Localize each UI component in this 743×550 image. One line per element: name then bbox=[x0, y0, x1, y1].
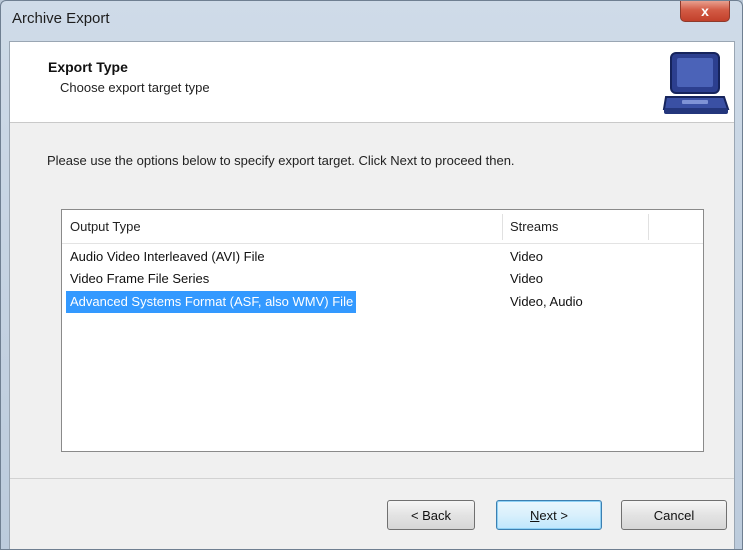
next-button[interactable]: Next > bbox=[496, 500, 602, 530]
column-header-streams[interactable]: Streams bbox=[510, 210, 558, 243]
wizard-header: Export Type Choose export target type bbox=[10, 42, 734, 123]
column-separator[interactable] bbox=[502, 214, 503, 240]
output-type-cell: Video Frame File Series bbox=[70, 271, 210, 286]
cancel-button[interactable]: Cancel bbox=[621, 500, 727, 530]
window-title: Archive Export bbox=[12, 10, 110, 27]
list-item-selected[interactable]: Advanced Systems Format (ASF, also WMV) … bbox=[62, 291, 703, 313]
streams-cell: Video, Audio bbox=[510, 294, 583, 309]
footer-divider bbox=[10, 478, 734, 479]
page-subtitle: Choose export target type bbox=[60, 80, 210, 95]
output-type-list[interactable]: Output Type Streams Audio Video Interlea… bbox=[61, 209, 704, 452]
title-bar[interactable]: Archive Export x bbox=[1, 1, 742, 41]
column-separator[interactable] bbox=[648, 214, 649, 240]
back-button[interactable]: < Back bbox=[387, 500, 475, 530]
list-header: Output Type Streams bbox=[62, 210, 703, 244]
streams-cell: Video bbox=[510, 249, 544, 264]
list-item[interactable]: Audio Video Interleaved (AVI) File Video bbox=[62, 246, 703, 268]
output-type-cell: Advanced Systems Format (ASF, also WMV) … bbox=[66, 291, 357, 313]
page-title: Export Type bbox=[48, 59, 128, 75]
close-button[interactable]: x bbox=[680, 1, 730, 22]
dialog-client-area: Export Type Choose export target type Pl… bbox=[9, 41, 735, 549]
close-icon: x bbox=[701, 3, 709, 19]
output-type-cell: Audio Video Interleaved (AVI) File bbox=[70, 249, 265, 264]
archive-export-dialog: Archive Export x Export Type Choose expo… bbox=[0, 0, 743, 550]
instruction-text: Please use the options below to specify … bbox=[47, 153, 515, 168]
streams-cell: Video bbox=[510, 271, 544, 286]
laptop-case-icon bbox=[662, 52, 730, 114]
column-header-output-type[interactable]: Output Type bbox=[70, 210, 141, 243]
next-label: ext > bbox=[539, 508, 568, 523]
list-item[interactable]: Video Frame File Series Video bbox=[62, 268, 703, 290]
next-mnemonic: N bbox=[530, 508, 540, 523]
